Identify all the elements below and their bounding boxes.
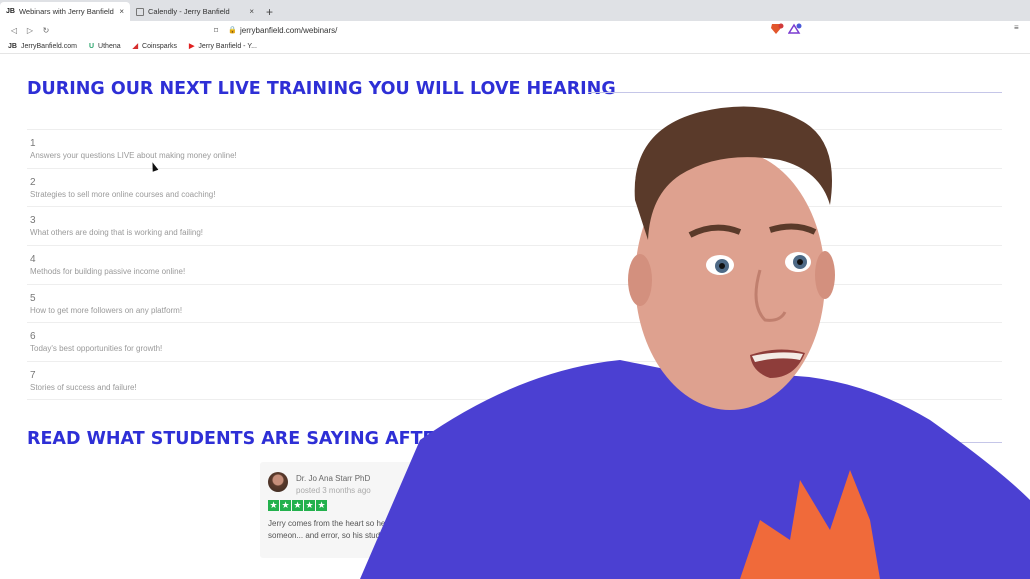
webpage: DURING OUR NEXT LIVE TRAINING YOU WILL L… — [0, 55, 1030, 579]
close-tab-icon[interactable]: × — [249, 7, 254, 16]
back-icon[interactable]: ◁ — [6, 26, 22, 35]
item-number: 1 — [30, 138, 36, 149]
bookmarks-bar: JB JerryBanfield.com U Uthena ◢ Coinspar… — [0, 39, 1030, 54]
star-icon: ★ — [316, 500, 327, 511]
tab-title: Webinars with Jerry Banfield - J — [18, 7, 117, 16]
uthena-icon: U — [88, 42, 95, 50]
heading-divider — [520, 442, 1002, 443]
new-tab-icon[interactable]: + — [266, 5, 273, 19]
bookmark-label: Jerry Banfield - Y... — [198, 42, 257, 50]
url-bar[interactable]: jerrybanfield.com/webinars/ — [240, 26, 337, 35]
item-text: How to get more followers on any platfor… — [30, 305, 183, 315]
section-heading-reviews: READ WHAT STUDENTS ARE SAYING AFTER BUYI… — [27, 429, 554, 449]
menu-icon[interactable]: ≡ — [1014, 23, 1019, 32]
list-item: 4 Methods for building passive income on… — [27, 245, 1002, 284]
heading-divider — [588, 92, 1002, 93]
avatar — [268, 472, 288, 492]
review-card: Dr. Jo Ana Starr PhD posted 3 months ago… — [260, 462, 510, 558]
bookmark-coinsparks[interactable]: ◢ Coinsparks — [132, 42, 178, 51]
bookmark-label: Coinsparks — [142, 42, 178, 50]
reload-icon[interactable]: ↻ — [38, 26, 54, 35]
item-text: What others are doing that is working an… — [30, 228, 203, 238]
item-text: Stories of success and failure! — [30, 383, 137, 393]
close-tab-icon[interactable]: × — [119, 7, 124, 16]
item-number: 6 — [30, 331, 36, 343]
star-icon: ★ — [304, 500, 315, 511]
training-topics-list: 1 Answers your questions LIVE about maki… — [27, 129, 1002, 400]
list-item: 5 How to get more followers on any platf… — [27, 283, 1002, 323]
tab-calendly[interactable]: Calendly - Jerry Banfield × — [130, 2, 260, 21]
list-item: 2 Strategies to sell more online courses… — [27, 167, 1002, 207]
coinsparks-icon: ◢ — [132, 43, 139, 50]
page-favicon-icon — [136, 7, 144, 16]
tab-bar: JB Webinars with Jerry Banfield - J × Ca… — [0, 0, 1030, 21]
jb-icon: JB — [8, 42, 17, 50]
bookmark-label: Uthena — [98, 42, 121, 50]
star-icon: ★ — [292, 500, 303, 511]
item-text: Today's best opportunities for growth! — [30, 344, 163, 354]
item-number: 3 — [30, 215, 36, 227]
brave-shield-icon[interactable] — [770, 23, 784, 37]
bookmark-youtube[interactable]: ▶ Jerry Banfield - Y... — [189, 42, 257, 51]
bookmark-jerrybanfield[interactable]: JB JerryBanfield.com — [8, 43, 77, 50]
address-toolbar: ◁ ▷ ↻ ⌑ 🔒 jerrybanfield.com/webinars/ ≡ — [0, 21, 1030, 39]
list-item: 3 What others are doing that is working … — [27, 206, 1002, 245]
bookmark-uthena[interactable]: U Uthena — [89, 43, 121, 50]
item-number: 2 — [30, 176, 36, 188]
youtube-icon: ▶ — [189, 43, 195, 50]
review-text: Jerry comes from the heart so he is in..… — [268, 519, 504, 540]
list-item: 1 Answers your questions LIVE about maki… — [27, 129, 1002, 168]
list-item: 6 Today's best opportunities for growth! — [27, 322, 1002, 361]
item-number: 4 — [30, 254, 36, 266]
list-item: 7 Stories of success and failure! — [27, 361, 1002, 400]
bookmark-label: JerryBanfield.com — [20, 42, 77, 50]
item-text: Methods for building passive income onli… — [30, 267, 186, 277]
tab-title: Calendly - Jerry Banfield — [148, 7, 230, 16]
item-text: Strategies to sell more online courses a… — [30, 189, 216, 199]
forward-icon[interactable]: ▷ — [22, 26, 38, 35]
lock-icon[interactable]: 🔒 — [228, 26, 240, 34]
star-icon: ★ — [280, 500, 291, 511]
item-number: 5 — [30, 292, 36, 304]
item-number: 7 — [30, 370, 36, 382]
jb-favicon-icon: JB — [6, 8, 15, 15]
reviewer-name: Dr. Jo Ana Starr PhD — [296, 474, 371, 483]
section-heading-training: DURING OUR NEXT LIVE TRAINING YOU WILL L… — [27, 79, 616, 99]
review-date: posted 3 months ago — [296, 486, 371, 495]
item-text: Answers your questions LIVE about making… — [30, 151, 237, 160]
star-icon: ★ — [268, 500, 279, 511]
bookmark-icon[interactable]: ⌑ — [214, 26, 228, 35]
rewards-icon[interactable] — [787, 23, 802, 37]
rating-stars: ★ ★ ★ ★ ★ — [268, 500, 328, 511]
tab-webinars[interactable]: JB Webinars with Jerry Banfield - J × — [0, 2, 130, 21]
